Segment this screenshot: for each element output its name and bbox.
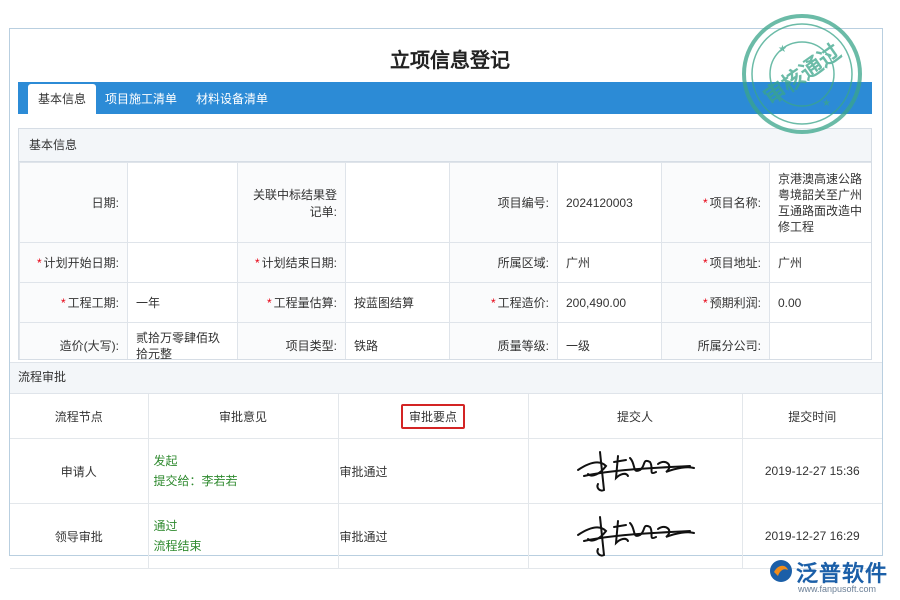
required-mark: * [490,296,496,310]
required-mark: * [36,256,42,270]
tab-construction-list[interactable]: 项目施工清单 [105,84,177,114]
flow-header-row: 流程节点 审批意见 审批要点 提交人 提交时间 [10,394,882,439]
tab-basic-info[interactable]: 基本信息 [28,84,97,114]
project-no-field[interactable]: 2024120003 [557,162,662,243]
svg-text:★: ★ [822,98,831,109]
table-row: 申请人 发起 提交给：李若若 审批通过 2019-12-27 15:36 [10,438,882,504]
highlight-box: 审批要点 [400,403,465,429]
col-header-node: 流程节点 [10,394,149,439]
address-field[interactable]: 广州 [769,242,871,283]
required-mark: * [702,196,708,210]
project-type-label: 项目类型: [237,322,346,359]
flow-detail: 流程结束 [153,539,202,553]
branch-label: 所属分公司: [661,322,770,359]
required-mark: * [702,296,708,310]
signature-image [528,503,743,569]
duration-field[interactable]: 一年 [127,282,238,323]
cost-label: * 工程造价: [449,282,558,323]
required-mark: * [60,296,66,310]
project-type-field[interactable]: 铁路 [345,322,450,359]
profit-label: * 预期利润: [661,282,770,323]
flow-section-heading: 流程审批 [10,362,882,394]
approved-stamp-icon: 审核通过 ★ ★ [742,14,862,134]
signature-icon [577,450,695,491]
profit-field[interactable]: 0.00 [769,282,871,323]
col-header-submitter: 提交人 [528,394,743,439]
flow-key-point: 审批通过 [338,503,529,569]
required-mark: * [266,296,272,310]
plan-end-field[interactable] [345,242,450,283]
cost-upper-label: 造价(大写): [19,322,128,359]
plan-end-label: * 计划结束日期: [237,242,346,283]
approval-flow-table: 流程节点 审批意见 审批要点 提交人 提交时间 申请人 发起 提交给：李若若 审… [10,394,882,569]
signature-image [528,438,743,504]
project-name-field[interactable]: 京港澳高速公路粤境韶关至广州互通路面改造中修工程 [769,162,871,243]
signature-icon [577,515,695,556]
required-mark: * [702,256,708,270]
project-no-label: 项目编号: [449,162,558,243]
quantity-est-field[interactable]: 按蓝图结算 [345,282,450,323]
flow-time: 2019-12-27 15:36 [742,438,882,504]
tab-material-list[interactable]: 材料设备清单 [196,84,268,114]
svg-text:审核通过: 审核通过 [759,39,846,111]
fanpu-logo-icon [770,560,792,582]
flow-opinion: 发起 提交给：李若若 [148,438,339,504]
svg-text:★: ★ [778,44,787,55]
brand-logo: 泛普软件 www.fanpusoft.com [768,556,892,596]
col-header-key-points: 审批要点 [338,394,529,439]
flow-key-point: 审批通过 [338,438,529,504]
bid-ref-label: 关联中标结果登记单: [237,162,346,243]
branch-field[interactable] [769,322,871,359]
required-mark: * [254,256,260,270]
flow-node: 申请人 [10,438,149,504]
date-label: 日期: [19,162,128,243]
flow-action: 发起 [153,454,178,468]
flow-detail: 提交给：李若若 [153,474,238,488]
plan-start-label: * 计划开始日期: [19,242,128,283]
date-field[interactable] [127,162,238,243]
quality-field[interactable]: 一级 [557,322,662,359]
cost-upper-field[interactable]: 贰拾万零肆佰玖拾元整 [127,322,238,359]
project-name-label: * 项目名称: [661,162,770,243]
quantity-est-label: * 工程量估算: [237,282,346,323]
flow-node: 领导审批 [10,503,149,569]
region-label: 所属区域: [449,242,558,283]
brand-url: www.fanpusoft.com [798,584,877,594]
basic-info-form: 日期: 关联中标结果登记单: 项目编号: 2024120003 * 项目名称: 京… [19,162,871,359]
flow-opinion: 通过 流程结束 [148,503,339,569]
plan-start-field[interactable] [127,242,238,283]
duration-label: * 工程工期: [19,282,128,323]
table-row: 领导审批 通过 流程结束 审批通过 2019-12-27 16:29 [10,503,882,569]
quality-label: 质量等级: [449,322,558,359]
flow-action: 通过 [153,519,178,533]
cost-field[interactable]: 200,490.00 [557,282,662,323]
col-header-opinion: 审批意见 [148,394,339,439]
col-header-time: 提交时间 [742,394,882,439]
address-label: * 项目地址: [661,242,770,283]
bid-ref-field[interactable] [345,162,450,243]
region-field[interactable]: 广州 [557,242,662,283]
basic-info-section: 基本信息 日期: 关联中标结果登记单: 项目编号: 2024120003 * 项目… [18,128,872,360]
